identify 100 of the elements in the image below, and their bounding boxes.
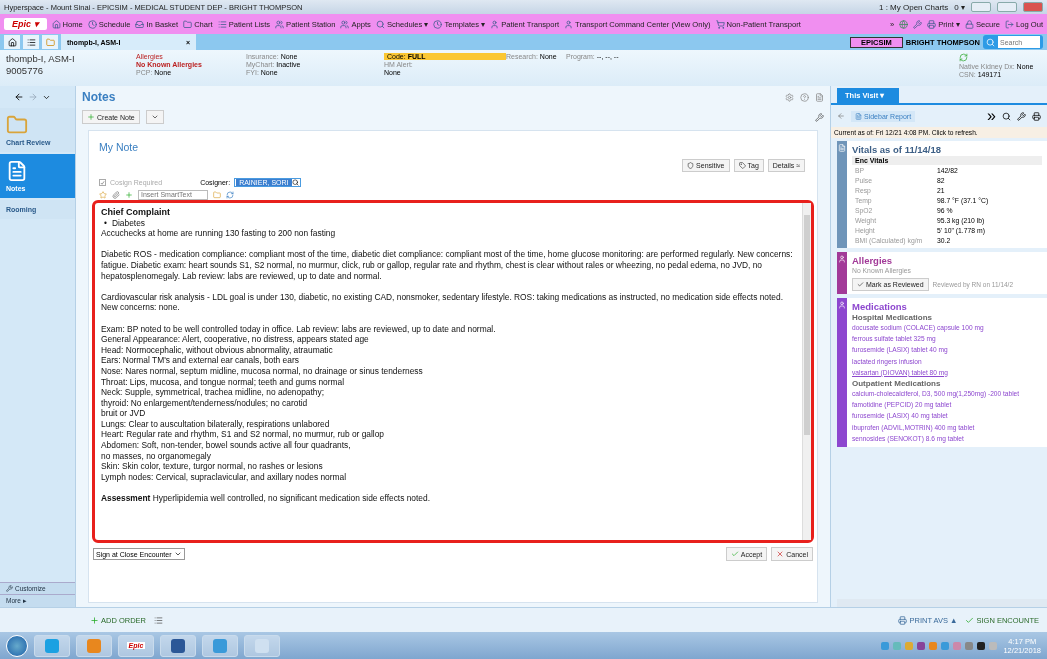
taskbar-app[interactable] [160, 634, 196, 657]
list-icon [26, 37, 36, 47]
person-icon [564, 19, 574, 29]
home-icon [51, 19, 61, 29]
search-icon[interactable] [1002, 111, 1011, 121]
list-button[interactable] [23, 35, 39, 49]
taskbar-app[interactable] [202, 634, 238, 657]
note-text: Lymph nodes: Cervical, supraclavicular, and axillary nodes normal [101, 471, 347, 483]
person-icon [838, 301, 846, 309]
note-title: My Note [98, 140, 140, 153]
wrench-icon [6, 585, 13, 592]
cart-icon [715, 19, 725, 29]
note-text: Heart: Regular rate and rhythm, S1 and S2 normal, no murmur, rub or gallop [101, 429, 386, 441]
epic-logo[interactable]: Epic ▾ [4, 18, 47, 30]
notes-title: Notes [82, 90, 116, 104]
scrollbar[interactable] [837, 599, 1047, 607]
app-icon [45, 638, 59, 653]
note-text: Neck: Supple, symmetrical, trachea midline, no adenopathy; [101, 387, 325, 398]
note-text: bruit or JVD [101, 408, 147, 419]
caret-icon [150, 113, 159, 121]
note-text: Ears: Normal TM's and external ear canals, both ears [101, 355, 300, 366]
search-icon [291, 179, 299, 186]
note-text: Diabetic ROS - medication compliance: compliant most of the time, diabetic diet compliance: compliant most of the time, home glucose monitoring: are performed regularly. New concerns: fatigue. Diabetic exam: heart sounds S1, S2 normal, no murmur, click, rub or gallop, regular rate and rhythm, chest is clear without rales or wheezing, no pedal edema, no JVD, no hepatosplenomegaly. Lab review: labs are reviewed, up to date and normal. [101, 249, 794, 282]
note-text: Assessment Hyperlipidemia well controlled, no significant medication side effects noted. [101, 493, 431, 504]
open-charts[interactable]: 1 : My Open Charts [878, 2, 949, 12]
note-text: Accuchecks at home are running 130 fasting to 200 non fasting [101, 228, 337, 239]
people-icon [340, 19, 350, 29]
note-text: Cardiovascular risk analysis - LDL goal is under 130, diabetic, no existing CAD, nonsmoker, sedentary lifestyle. ROS: taking medications as instructed, no medication side effects noted. New concerns: none. [101, 291, 784, 313]
vitals-title: Vitals as of 11/14/18 [852, 144, 943, 155]
allergies-title: Allergies [852, 255, 894, 266]
logout-icon [1004, 19, 1014, 29]
x-icon [776, 550, 785, 558]
check-icon [857, 281, 864, 288]
app-icon [171, 638, 185, 653]
search-icon [986, 37, 995, 47]
app-icon [87, 638, 101, 653]
plus-icon[interactable] [125, 190, 133, 199]
note-text: Nose: Nares normal, septum midline, mucosa normal, no drainage or sinus tenderness [101, 365, 424, 377]
refresh-icon[interactable] [226, 190, 234, 199]
home-button[interactable] [4, 35, 20, 49]
document-icon [6, 160, 28, 182]
printer-icon [927, 19, 937, 29]
scrollbar[interactable] [802, 203, 811, 540]
document-icon [855, 112, 862, 120]
printer-icon[interactable] [1032, 111, 1041, 121]
back-icon[interactable] [14, 92, 24, 102]
message-count[interactable]: 0 ▾ [954, 2, 965, 12]
plus-icon [90, 615, 99, 625]
dropdown-button[interactable] [145, 110, 164, 124]
cosign-checkbox[interactable] [99, 179, 106, 186]
star-icon[interactable] [99, 190, 107, 199]
gear-icon[interactable] [785, 92, 794, 102]
shield-icon [687, 162, 695, 169]
note-text: Abdomen: Soft, non-tender, bowel sounds active all four quadrants, [101, 440, 352, 451]
minimize-button[interactable] [971, 2, 991, 12]
document-icon [838, 144, 846, 152]
folder-icon[interactable] [213, 190, 221, 199]
app-icon [255, 638, 269, 653]
wrench-icon[interactable] [1017, 111, 1026, 121]
paperclip-icon[interactable] [112, 190, 120, 199]
note-text: no masses, no organomegaly [101, 450, 212, 462]
lock-icon [964, 19, 974, 29]
note-editor[interactable] [92, 200, 814, 543]
patient-mrn: 9005776 [6, 65, 44, 76]
refresh-icon[interactable] [959, 53, 968, 62]
close-button[interactable] [1023, 2, 1043, 12]
note-text: Skin: Skin color, texture, turgor normal, no rashes or lesions [101, 461, 324, 472]
folder-icon [45, 37, 55, 47]
note-text: thyroid: No enlargement/tenderness/nodules; no carotid [101, 397, 309, 409]
caret-icon [173, 550, 182, 558]
note-text: Head: Normocephalic, without obvious abnormality, atraumatic [101, 344, 334, 356]
wrench-icon[interactable] [815, 112, 824, 122]
more-button[interactable]: » [987, 107, 996, 125]
forward-icon[interactable] [28, 92, 38, 102]
plus-icon [87, 113, 95, 121]
note-text: • Diabetes [103, 217, 146, 229]
clock-icon [433, 19, 443, 29]
note-text: Lungs: Clear to auscultation bilaterally, respirations unlabored [101, 418, 331, 430]
medication-group-title: Outpatient Medications [852, 379, 942, 388]
patient-name: thompb-I, ASM-I [6, 53, 76, 64]
check-icon [965, 615, 975, 625]
clock-icon [87, 19, 97, 29]
note-heading: Chief Complaint [101, 207, 171, 218]
note-text: Exam: BP noted to be well controlled today in office. Lab review: labs are reviewed, up to date and normal. [101, 323, 497, 335]
maximize-button[interactable] [997, 2, 1017, 12]
list-icon[interactable] [154, 615, 163, 625]
folder-icon [6, 114, 28, 136]
document-icon[interactable] [815, 92, 824, 102]
home-icon [7, 37, 17, 47]
printer-icon [898, 615, 908, 625]
globe-icon[interactable] [899, 19, 909, 29]
medication-group-title: Hospital Medications [852, 313, 933, 322]
medications-title: Medications [852, 301, 908, 312]
help-icon[interactable] [800, 92, 809, 102]
person-icon [490, 19, 500, 29]
folder-icon [183, 19, 193, 29]
start-button[interactable] [6, 634, 28, 657]
note-text: Throat: Lips, mucosa, and tongue normal; teeth and gums normal [101, 376, 345, 388]
tag-icon [738, 162, 746, 169]
app-icon [213, 638, 227, 653]
